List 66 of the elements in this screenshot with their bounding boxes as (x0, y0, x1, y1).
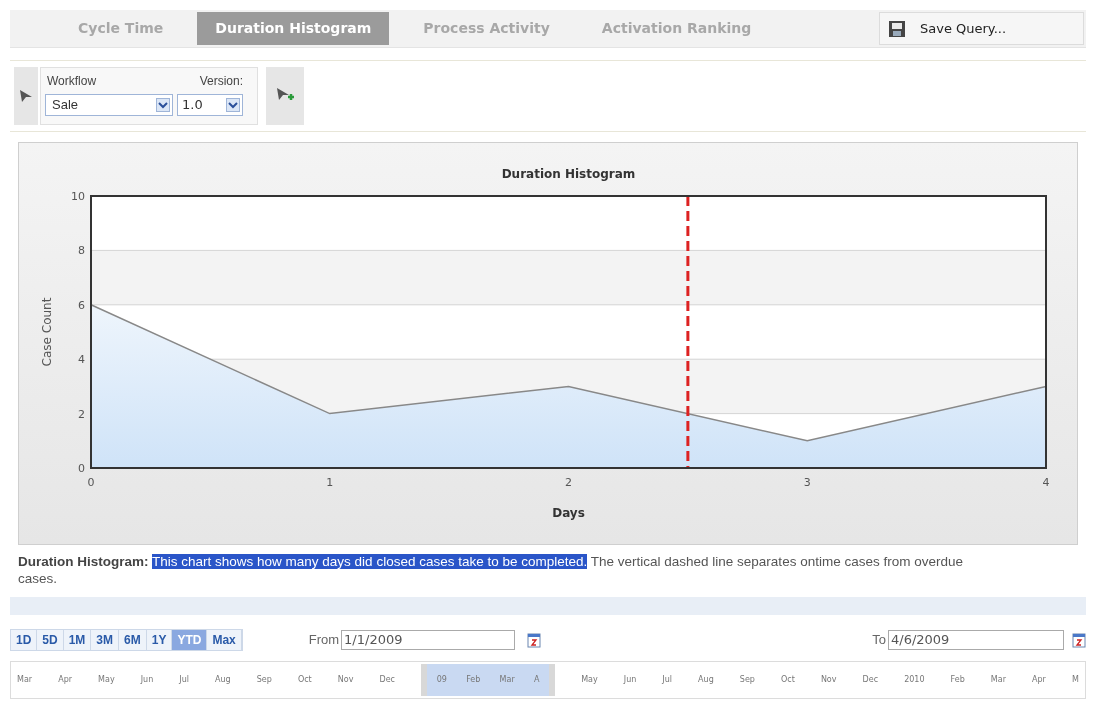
to-date-field[interactable]: 4/6/2009 (888, 630, 1064, 650)
save-icon (888, 19, 906, 38)
add-workflow-button[interactable] (266, 67, 304, 125)
timeline-label: Feb (950, 674, 965, 686)
chart-title: Duration Histogram (501, 167, 636, 181)
timeline-label: Apr (1032, 674, 1046, 686)
chart-description: Duration Histogram: This chart shows how many days did closed cases take to be completed. The vertical dashed line separates ontime cases from overdue cases. (18, 553, 964, 587)
save-query-button[interactable]: Save Query... (879, 12, 1084, 45)
timeline-label: May (581, 674, 598, 686)
version-select[interactable]: 1.0 (177, 94, 243, 116)
y-tick-label: 10 (71, 190, 85, 203)
timeline-label: Apr (58, 674, 72, 686)
workflow-select[interactable]: Sale (45, 94, 173, 116)
workflow-label: Workflow (46, 73, 98, 90)
range-button[interactable]: 1M (63, 630, 92, 650)
timeline-label: 2010 (904, 674, 925, 686)
timeline-label: Oct (780, 674, 795, 686)
timeline-label: Mar (990, 674, 1006, 686)
dropdown-caret-icon[interactable] (156, 98, 170, 112)
dropdown-caret-icon[interactable] (226, 98, 240, 112)
timeline-label: Feb (466, 674, 481, 686)
timeline-label: Sep (739, 674, 755, 686)
timeline-label: Nov (820, 674, 837, 686)
from-label: From (308, 631, 340, 650)
x-tick-label: 3 (803, 476, 811, 489)
timeline-label: Jul (662, 674, 672, 686)
x-tick-label: 2 (565, 476, 572, 489)
y-tick-label: 2 (78, 407, 85, 421)
x-tick-label: 0 (87, 476, 95, 489)
to-label: To (872, 631, 886, 650)
timeline-label: Jul (179, 674, 189, 686)
timeline-label: M (1071, 674, 1079, 686)
workflow-icon-button[interactable] (14, 67, 38, 125)
x-tick-label: 1 (326, 476, 334, 489)
range-button[interactable]: 3M (91, 630, 120, 650)
timeline-label: Aug (215, 674, 231, 686)
version-label: Version: (198, 73, 243, 90)
range-button[interactable]: 1D (11, 630, 38, 650)
x-axis-title: Days (552, 506, 585, 520)
timeline-label: Oct (297, 674, 312, 686)
timeline-selection[interactable]: 09 Feb Mar A (421, 664, 556, 696)
x-tick-label: 4 (1042, 476, 1050, 489)
timeline-label: Mar (499, 674, 515, 686)
timeline-label: A (533, 674, 540, 686)
y-tick-label: 6 (78, 298, 85, 312)
range-button[interactable]: 6M (119, 630, 147, 650)
timeline-label: Jun (140, 674, 154, 686)
timeline-label: May (98, 674, 115, 686)
timeline-label: Jun (623, 674, 637, 686)
timeline-label: Dec (862, 674, 879, 686)
calendar-icon[interactable] (1072, 632, 1086, 648)
range-button[interactable]: Max (207, 630, 242, 650)
y-tick-label: 8 (78, 244, 85, 258)
timeline-label: Aug (698, 674, 714, 686)
timeline-label: 09 (436, 674, 447, 686)
timeline-label: Sep (256, 674, 272, 686)
pointer-icon (18, 88, 34, 104)
y-tick-label: 0 (78, 462, 85, 475)
timeline-label: Nov (337, 674, 354, 686)
y-axis-title: Case Count (40, 297, 54, 367)
y-tick-label: 4 (78, 353, 85, 367)
timeline-label: Dec (379, 674, 395, 686)
from-date-field[interactable]: 1/1/2009 (341, 630, 516, 650)
range-button[interactable]: 5D (37, 630, 64, 650)
timeline-label: Mar (17, 674, 33, 686)
calendar-icon[interactable] (527, 632, 542, 648)
